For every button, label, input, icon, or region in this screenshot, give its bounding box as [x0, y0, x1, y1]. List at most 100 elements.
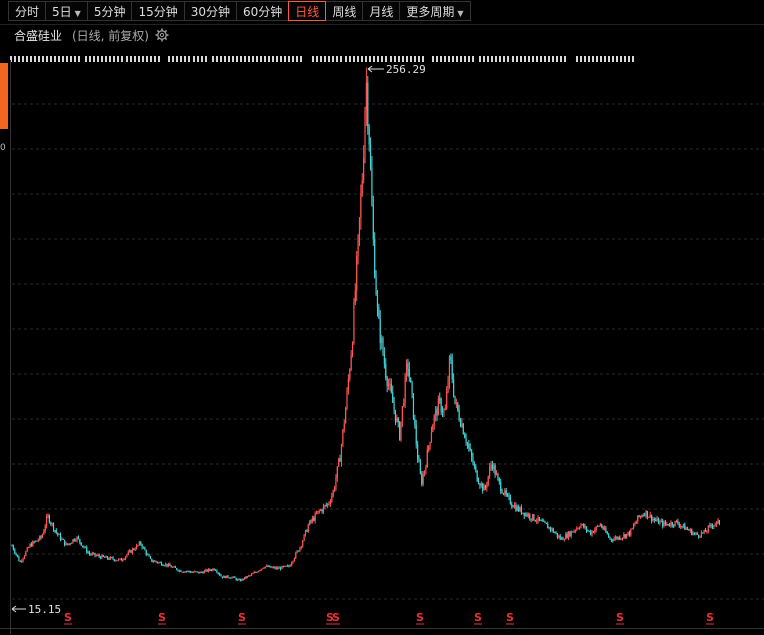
candle-body: [43, 530, 45, 535]
candle-body: [497, 474, 499, 479]
candle-body: [368, 126, 370, 145]
candle-body: [153, 560, 156, 562]
candle-body: [64, 539, 66, 546]
candle-body: [613, 538, 615, 541]
candle-body: [156, 561, 158, 563]
tab-label: 日线: [295, 5, 320, 19]
candle-body: [314, 513, 316, 521]
candle-body: [508, 495, 510, 497]
candle-body: [487, 476, 489, 485]
candle-body: [219, 573, 221, 576]
candle-body: [198, 571, 200, 574]
candle-body: [220, 575, 222, 577]
candle-body: [99, 556, 102, 559]
candle-body: [183, 571, 185, 573]
candle-body: [62, 538, 64, 540]
candle-body: [171, 566, 174, 568]
candle-body: [82, 545, 84, 547]
candle-body: [292, 560, 294, 563]
candle-body: [90, 554, 92, 556]
candle-body: [709, 524, 711, 526]
candle-body: [327, 503, 329, 506]
candle-body: [351, 343, 354, 356]
candle-body: [511, 503, 513, 506]
candle-body: [556, 533, 559, 537]
candle-body: [418, 459, 420, 463]
candle-body: [599, 524, 601, 527]
candle-body: [335, 478, 337, 488]
candle-body: [696, 533, 698, 535]
candle-body: [227, 575, 229, 578]
candle-body: [86, 547, 88, 553]
candle-body: [408, 368, 410, 378]
candle-body: [529, 514, 531, 519]
candle-body: [403, 402, 405, 407]
candle-body: [185, 571, 188, 573]
candle-body: [454, 395, 456, 404]
candle-body: [710, 524, 712, 526]
candle-body: [572, 531, 574, 533]
candle-body: [659, 521, 661, 524]
candle-body: [273, 567, 275, 569]
candle-body: [681, 526, 683, 528]
candle-body: [441, 411, 444, 413]
candle-body: [271, 567, 273, 569]
candle-body: [443, 409, 445, 413]
candle-body: [54, 530, 56, 532]
candlestick-chart[interactable]: 256.2915.15S S S SS S S S S S: [0, 0, 764, 634]
candle-body: [555, 532, 557, 534]
candle-body: [194, 571, 196, 573]
candle-body: [437, 398, 439, 416]
candle-body: [400, 421, 402, 440]
candle-body: [540, 519, 542, 521]
candle-body: [199, 571, 201, 574]
candle-body: [177, 569, 179, 572]
candle-body: [602, 527, 604, 530]
tab-period-6[interactable]: 日线: [288, 1, 327, 21]
candle-body: [21, 560, 23, 562]
candle-body: [241, 578, 243, 582]
candle-body: [505, 490, 507, 495]
candle-body: [119, 558, 121, 560]
candle-body: [130, 550, 132, 553]
candle-body: [296, 550, 298, 553]
candle-body: [491, 464, 493, 470]
candle-body: [61, 538, 63, 540]
annotation-min: 15.15: [28, 603, 61, 616]
candle-body: [216, 570, 218, 573]
candle-body: [541, 520, 543, 522]
candle-body: [372, 205, 374, 239]
candle-body: [489, 467, 491, 477]
candle-body: [238, 579, 240, 581]
candle-body: [533, 514, 535, 521]
candle-body: [673, 525, 675, 527]
candle-body: [77, 536, 80, 539]
candle-body: [631, 528, 633, 530]
candle-body: [513, 505, 516, 508]
candle-body: [381, 338, 383, 343]
candle-body: [594, 529, 596, 533]
candle-body: [115, 560, 117, 562]
candle-body: [451, 359, 453, 380]
candle-body: [716, 521, 718, 525]
candle-body: [246, 576, 248, 578]
candle-body: [519, 507, 521, 512]
candle-body: [243, 577, 246, 580]
candle-body: [387, 384, 390, 386]
candle-body: [626, 533, 628, 538]
candle-body: [160, 562, 163, 565]
candle-body: [551, 528, 553, 530]
candle-body: [559, 536, 561, 540]
candle-body: [645, 510, 647, 516]
candle-body: [609, 537, 611, 539]
candle-body: [401, 406, 403, 422]
candle-body: [98, 555, 100, 557]
candle-body: [95, 555, 98, 557]
candle-body: [73, 539, 75, 541]
candle-body: [279, 567, 282, 570]
candle-body: [476, 470, 478, 482]
candle-body: [718, 520, 721, 525]
candle-body: [378, 307, 380, 319]
candle-body: [135, 545, 138, 550]
candle-body: [137, 545, 139, 547]
